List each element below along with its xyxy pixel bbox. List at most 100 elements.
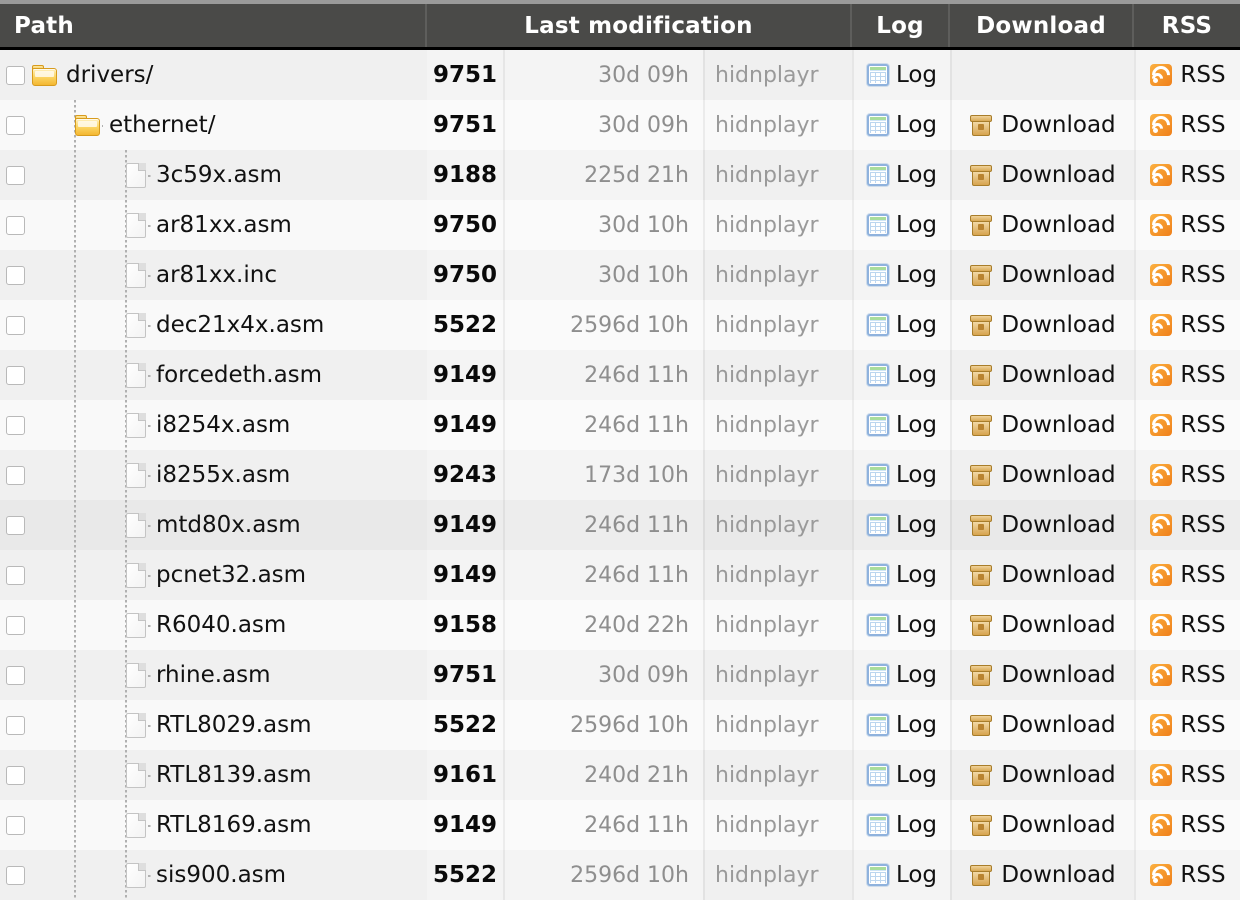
rss-cell[interactable]: RSS — [1134, 650, 1240, 700]
path-label[interactable]: ar81xx.asm — [156, 212, 292, 238]
table-row[interactable]: rhine.asm 9751 30d 09h hidnplayr Log Download… — [0, 650, 1240, 700]
column-header-log[interactable]: Log — [852, 4, 950, 47]
path-cell[interactable]: R6040.asm — [0, 600, 427, 650]
path-label[interactable]: RTL8139.asm — [156, 762, 312, 788]
log-cell[interactable]: Log — [852, 200, 950, 250]
row-select-checkbox[interactable] — [6, 315, 25, 335]
rss-cell[interactable]: RSS — [1134, 600, 1240, 650]
path-label[interactable]: drivers/ — [66, 62, 153, 88]
path-cell[interactable]: sis900.asm — [0, 850, 427, 900]
path-label[interactable]: ar81xx.inc — [156, 262, 277, 288]
table-row[interactable]: RTL8029.asm 5522 2596d 10h hidnplayr Log Down… — [0, 700, 1240, 750]
rss-cell[interactable]: RSS — [1134, 400, 1240, 450]
download-cell[interactable]: Download — [950, 450, 1134, 500]
path-cell[interactable]: ethernet/ — [0, 100, 427, 150]
table-row[interactable]: forcedeth.asm 9149 246d 11h hidnplayr Log Dow… — [0, 350, 1240, 400]
path-cell[interactable]: i8255x.asm — [0, 450, 427, 500]
table-row[interactable]: RTL8139.asm 9161 240d 21h hidnplayr Log Downl… — [0, 750, 1240, 800]
download-cell[interactable]: Download — [950, 850, 1134, 900]
path-cell[interactable]: RTL8139.asm — [0, 750, 427, 800]
path-label[interactable]: dec21x4x.asm — [156, 312, 324, 338]
table-row[interactable]: ar81xx.inc 9750 30d 10h hidnplayr Log Downloa… — [0, 250, 1240, 300]
table-row[interactable]: i8254x.asm 9149 246d 11h hidnplayr Log Downlo… — [0, 400, 1240, 450]
path-label[interactable]: rhine.asm — [156, 662, 271, 688]
log-cell[interactable]: Log — [852, 50, 950, 100]
table-row[interactable]: ar81xx.asm 9750 30d 10h hidnplayr Log Downloa… — [0, 200, 1240, 250]
rss-cell[interactable]: RSS — [1134, 550, 1240, 600]
column-header-download[interactable]: Download — [950, 4, 1134, 47]
download-cell[interactable]: Download — [950, 200, 1134, 250]
table-row[interactable]: pcnet32.asm 9149 246d 11h hidnplayr Log Downl… — [0, 550, 1240, 600]
column-header-rss[interactable]: RSS — [1134, 4, 1240, 47]
rss-cell[interactable]: RSS — [1134, 800, 1240, 850]
download-cell[interactable]: Download — [950, 400, 1134, 450]
row-select-checkbox[interactable] — [6, 265, 25, 285]
path-label[interactable]: 3c59x.asm — [156, 162, 282, 188]
path-cell[interactable]: RTL8029.asm — [0, 700, 427, 750]
row-select-checkbox[interactable] — [6, 365, 25, 385]
rss-cell[interactable]: RSS — [1134, 250, 1240, 300]
rss-cell[interactable]: RSS — [1134, 300, 1240, 350]
download-cell[interactable]: Download — [950, 300, 1134, 350]
row-select-checkbox[interactable] — [6, 765, 25, 785]
table-row[interactable]: R6040.asm 9158 240d 22h hidnplayr Log Downloa… — [0, 600, 1240, 650]
download-cell[interactable]: Download — [950, 500, 1134, 550]
rss-cell[interactable]: RSS — [1134, 450, 1240, 500]
table-row[interactable]: i8255x.asm 9243 173d 10h hidnplayr Log Downlo… — [0, 450, 1240, 500]
log-cell[interactable]: Log — [852, 850, 950, 900]
column-header-path[interactable]: Path — [0, 4, 427, 47]
path-cell[interactable]: pcnet32.asm — [0, 550, 427, 600]
path-label[interactable]: RTL8169.asm — [156, 812, 312, 838]
table-row[interactable]: sis900.asm 5522 2596d 10h hidnplayr Log Downl… — [0, 850, 1240, 900]
download-cell[interactable]: Download — [950, 350, 1134, 400]
path-cell[interactable]: drivers/ — [0, 50, 427, 100]
path-cell[interactable]: RTL8169.asm — [0, 800, 427, 850]
log-cell[interactable]: Log — [852, 300, 950, 350]
log-cell[interactable]: Log — [852, 100, 950, 150]
row-select-checkbox[interactable] — [6, 865, 25, 885]
download-cell[interactable]: Download — [950, 150, 1134, 200]
log-cell[interactable]: Log — [852, 800, 950, 850]
path-label[interactable]: i8254x.asm — [156, 412, 290, 438]
row-select-checkbox[interactable] — [6, 165, 25, 185]
table-row[interactable]: mtd80x.asm 9149 246d 11h hidnplayr Log Downlo… — [0, 500, 1240, 550]
path-label[interactable]: mtd80x.asm — [156, 512, 301, 538]
log-cell[interactable]: Log — [852, 400, 950, 450]
path-cell[interactable]: mtd80x.asm — [0, 500, 427, 550]
rss-cell[interactable]: RSS — [1134, 700, 1240, 750]
row-select-checkbox[interactable] — [6, 215, 25, 235]
path-label[interactable]: forcedeth.asm — [156, 362, 322, 388]
row-select-checkbox[interactable] — [6, 465, 25, 485]
row-select-checkbox[interactable] — [6, 715, 25, 735]
log-cell[interactable]: Log — [852, 650, 950, 700]
log-cell[interactable]: Log — [852, 450, 950, 500]
rss-cell[interactable]: RSS — [1134, 50, 1240, 100]
column-header-lastmod[interactable]: Last modification — [427, 4, 852, 47]
path-cell[interactable]: ar81xx.inc — [0, 250, 427, 300]
path-label[interactable]: R6040.asm — [156, 612, 286, 638]
download-cell[interactable]: Download — [950, 750, 1134, 800]
rss-cell[interactable]: RSS — [1134, 150, 1240, 200]
path-cell[interactable]: 3c59x.asm — [0, 150, 427, 200]
table-row[interactable]: drivers/9751 30d 09h hidnplayr Log RSS — [0, 50, 1240, 100]
table-row[interactable]: 3c59x.asm 9188 225d 21h hidnplayr Log Downloa… — [0, 150, 1240, 200]
log-cell[interactable]: Log — [852, 550, 950, 600]
table-row[interactable]: dec21x4x.asm 5522 2596d 10h hidnplayr Log Dow… — [0, 300, 1240, 350]
rss-cell[interactable]: RSS — [1134, 350, 1240, 400]
rss-cell[interactable]: RSS — [1134, 750, 1240, 800]
path-cell[interactable]: ar81xx.asm — [0, 200, 427, 250]
log-cell[interactable]: Log — [852, 750, 950, 800]
table-row[interactable]: ethernet/9751 30d 09h hidnplayr Log Download… — [0, 100, 1240, 150]
log-cell[interactable]: Log — [852, 500, 950, 550]
download-cell[interactable]: Download — [950, 650, 1134, 700]
path-cell[interactable]: rhine.asm — [0, 650, 427, 700]
path-label[interactable]: ethernet/ — [109, 112, 215, 138]
download-cell[interactable]: Download — [950, 700, 1134, 750]
row-select-checkbox[interactable] — [6, 665, 25, 685]
table-row[interactable]: RTL8169.asm 9149 246d 11h hidnplayr Log Downl… — [0, 800, 1240, 850]
download-cell[interactable]: Download — [950, 800, 1134, 850]
row-select-checkbox[interactable] — [6, 565, 25, 585]
row-select-checkbox[interactable] — [6, 415, 25, 435]
row-select-checkbox[interactable] — [6, 815, 25, 835]
path-label[interactable]: sis900.asm — [156, 862, 286, 888]
